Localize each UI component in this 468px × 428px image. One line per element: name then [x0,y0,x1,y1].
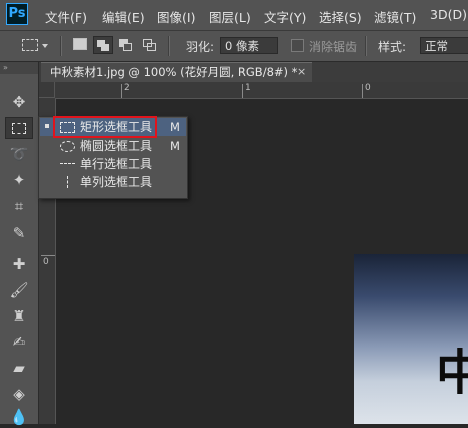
menu-file[interactable]: 文件(F) [45,7,87,26]
ruler-top-label: 1 [245,83,251,93]
eyedropper-tool-icon[interactable]: ✎ [5,222,33,244]
highlight-annotation [53,116,157,138]
divider [60,36,62,56]
elliptical-marquee-icon [60,141,75,152]
single-row-marquee-icon [60,163,75,164]
flyout-item-label: 单行选框工具 [80,157,153,171]
close-icon[interactable]: × [297,63,306,81]
flyout-item-label: 椭圆选框工具 [80,139,153,153]
divider [168,36,170,56]
marquee-preset-icon[interactable] [22,39,38,51]
ruler-top: 2 1 0 [39,82,468,99]
photoshop-logo-icon: Ps [6,3,28,25]
single-column-marquee-icon [67,176,68,188]
paint-bucket-tool-icon[interactable]: ◈ [5,383,33,405]
new-selection-icon[interactable] [73,38,87,50]
style-select[interactable]: 正常 [420,37,468,54]
chevron-down-icon[interactable] [42,44,48,48]
calligraphy-graphic: 中 [436,345,468,401]
selected-bullet-icon [45,124,49,128]
menu-3d[interactable]: 3D(D) [430,7,467,22]
flyout-item-shortcut: M [170,120,180,134]
crop-tool-icon[interactable]: ⌗ [5,195,33,217]
lasso-tool-icon[interactable]: ➰ [5,143,33,165]
menu-edit[interactable]: 编辑(E) [102,7,145,26]
menu-select[interactable]: 选择(S) [319,7,362,26]
feather-label: 羽化: [186,40,215,54]
blur-tool-icon[interactable]: 💧 [5,406,33,428]
history-brush-tool-icon[interactable]: ✍ [5,331,33,353]
antialias-label: 消除锯齿 [309,40,358,54]
divider [365,36,367,56]
antialias-checkbox[interactable] [291,39,304,52]
menu-image[interactable]: 图像(I) [157,7,195,26]
move-tool-icon[interactable]: ✥ [5,91,33,113]
menu-layer[interactable]: 图层(L) [209,7,251,26]
brush-tool-icon[interactable]: 🖌 [5,279,33,301]
document-tab-title: 中秋素材1.jpg @ 100% (花好月圆, RGB/8#) * [50,65,298,79]
clone-stamp-tool-icon[interactable]: ♜ [5,305,33,327]
magic-wand-tool-icon[interactable]: ✦ [5,169,33,191]
add-to-selection-button[interactable] [93,36,113,54]
ruler-left-label: 0 [43,257,49,267]
style-label: 样式: [378,40,407,54]
eraser-tool-icon[interactable]: ▰ [5,357,33,379]
healing-brush-tool-icon[interactable]: ✚ [5,253,33,275]
flyout-item-shortcut: M [170,139,180,153]
marquee-tool-icon[interactable] [5,117,33,139]
feather-input[interactable]: 0 像素 [220,37,278,54]
intersect-selection-icon[interactable] [142,37,158,53]
ruler-corner [39,82,55,98]
flyout-item-label: 单列选框工具 [80,175,153,189]
document-tab[interactable]: 中秋素材1.jpg @ 100% (花好月圆, RGB/8#) * [41,62,312,82]
ruler-top-label: 2 [124,83,130,93]
subtract-selection-icon[interactable] [118,37,134,53]
ruler-top-label: 0 [365,83,371,93]
menu-filter[interactable]: 滤镜(T) [374,7,416,26]
tools-collapse-icon[interactable]: » [0,62,38,74]
menu-type[interactable]: 文字(Y) [264,7,306,26]
